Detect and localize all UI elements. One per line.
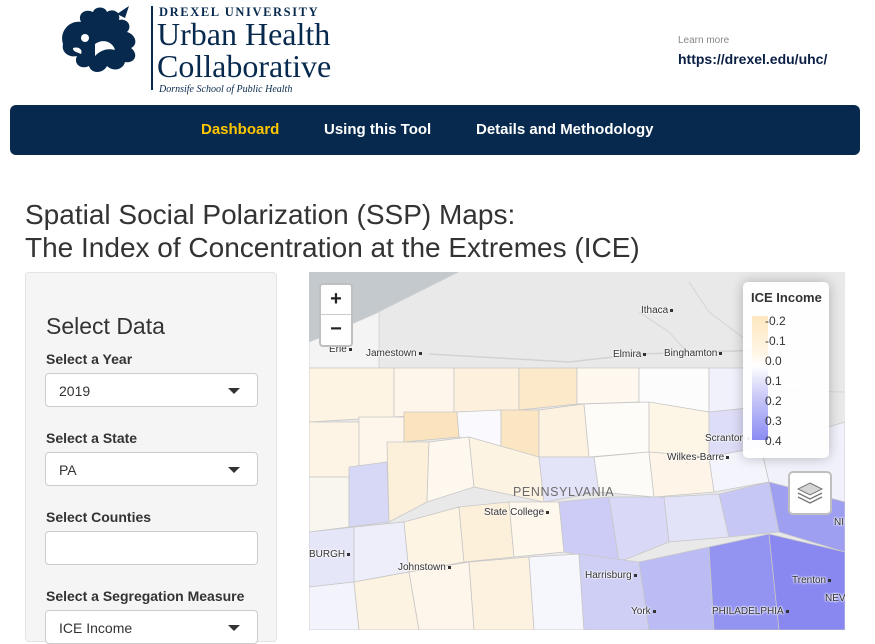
city-marker-icon xyxy=(652,609,656,613)
city-marker-icon xyxy=(418,351,422,355)
state-label: Select a State xyxy=(46,430,138,446)
segregation-measure-label: Select a Segregation Measure xyxy=(46,588,245,604)
ice-choropleth-map[interactable]: Ithaca Erie Jamestown Elmira Binghamton … xyxy=(309,272,845,630)
legend-tick: -0.1 xyxy=(765,334,786,348)
legend-tick: -0.2 xyxy=(765,314,786,328)
city-marker-icon xyxy=(828,578,832,582)
chevron-down-icon xyxy=(228,625,240,631)
city-marker-icon xyxy=(670,308,674,312)
drexel-dragon-icon xyxy=(62,6,136,72)
nav-tab-details-methodology[interactable]: Details and Methodology xyxy=(476,121,654,138)
city-marker-icon xyxy=(785,609,789,613)
chevron-down-icon xyxy=(228,388,240,394)
city-label-state-college: State College xyxy=(484,507,550,518)
city-label-jamestown: Jamestown xyxy=(366,348,422,359)
site-header: DREXEL UNIVERSITY Urban Health Collabora… xyxy=(0,0,875,100)
city-label-binghamton: Binghamton xyxy=(664,348,723,359)
city-label-wilkes-barre: Wilkes-Barre xyxy=(667,452,730,463)
state-select-value: PA xyxy=(59,462,77,478)
city-label-harrisburg: Harrisburg xyxy=(585,570,637,581)
zoom-control: + − xyxy=(319,283,353,347)
page-title: Spatial Social Polarization (SSP) Maps: … xyxy=(25,198,640,264)
year-select-value: 2019 xyxy=(59,383,91,399)
city-label-elmira: Elmira xyxy=(613,349,647,360)
city-marker-icon xyxy=(726,455,730,459)
page-title-line2: The Index of Concentration at the Extrem… xyxy=(25,232,640,263)
city-marker-icon xyxy=(347,552,351,556)
segregation-measure-select[interactable]: ICE Income xyxy=(45,610,258,644)
city-marker-icon xyxy=(719,351,723,355)
zoom-in-button[interactable]: + xyxy=(321,285,351,315)
legend-tick: 0.1 xyxy=(765,374,782,388)
counties-label: Select Counties xyxy=(46,509,152,525)
legend-title: ICE Income xyxy=(751,290,822,305)
legend-tick: 0.2 xyxy=(765,394,782,408)
logo-title-line2: Collaborative xyxy=(157,48,332,84)
city-marker-icon xyxy=(633,573,637,577)
logo-school-text: Dornsife School of Public Health xyxy=(159,84,293,95)
learn-more-label: Learn more xyxy=(678,35,730,46)
select-data-heading: Select Data xyxy=(46,313,165,339)
state-label-pennsylvania: PENNSYLVANIA xyxy=(513,485,615,499)
city-marker-icon xyxy=(447,565,451,569)
nav-tab-dashboard[interactable]: Dashboard xyxy=(201,121,279,138)
layers-icon xyxy=(796,482,824,504)
year-select[interactable]: 2019 xyxy=(45,373,258,407)
page-title-line1: Spatial Social Polarization (SSP) Maps: xyxy=(25,199,516,230)
layers-control-button[interactable] xyxy=(788,471,832,515)
main-navbar: Dashboard Using this Tool Details and Me… xyxy=(10,105,860,155)
year-label: Select a Year xyxy=(46,351,133,367)
ice-income-legend: ICE Income -0.2 -0.1 0.0 0.1 0.2 0.3 0.4 xyxy=(743,282,829,458)
legend-tick: 0.0 xyxy=(765,354,782,368)
city-label-philadelphia: PHILADELPHIA xyxy=(712,606,789,617)
city-marker-icon xyxy=(546,510,550,514)
legend-tick: 0.4 xyxy=(765,434,782,448)
counties-input[interactable] xyxy=(45,531,258,565)
city-label-ithaca: Ithaca xyxy=(641,305,674,316)
city-label-nj: NI xyxy=(834,517,844,528)
zoom-out-button[interactable]: − xyxy=(321,315,351,344)
city-label-new: NEV xyxy=(825,593,845,604)
nav-tab-using-this-tool[interactable]: Using this Tool xyxy=(324,121,431,138)
city-label-pittsburgh: BURGH xyxy=(309,549,351,560)
segregation-measure-value: ICE Income xyxy=(59,620,133,636)
city-marker-icon xyxy=(348,347,352,351)
city-label-york: York xyxy=(631,606,656,617)
logo-title-line1: Urban Health xyxy=(157,16,331,52)
logo-divider xyxy=(151,6,153,90)
uhc-logo[interactable]: DREXEL UNIVERSITY Urban Health Collabora… xyxy=(55,4,355,96)
city-marker-icon xyxy=(643,352,647,356)
uhc-website-link[interactable]: https://drexel.edu/uhc/ xyxy=(678,51,827,67)
select-data-panel: Select Data Select a Year 2019 Select a … xyxy=(25,272,277,644)
chevron-down-icon xyxy=(228,467,240,473)
city-label-trenton: Trenton xyxy=(792,575,832,586)
city-label-johnstown: Johnstown xyxy=(398,562,451,573)
state-select[interactable]: PA xyxy=(45,452,258,486)
legend-tick: 0.3 xyxy=(765,414,782,428)
